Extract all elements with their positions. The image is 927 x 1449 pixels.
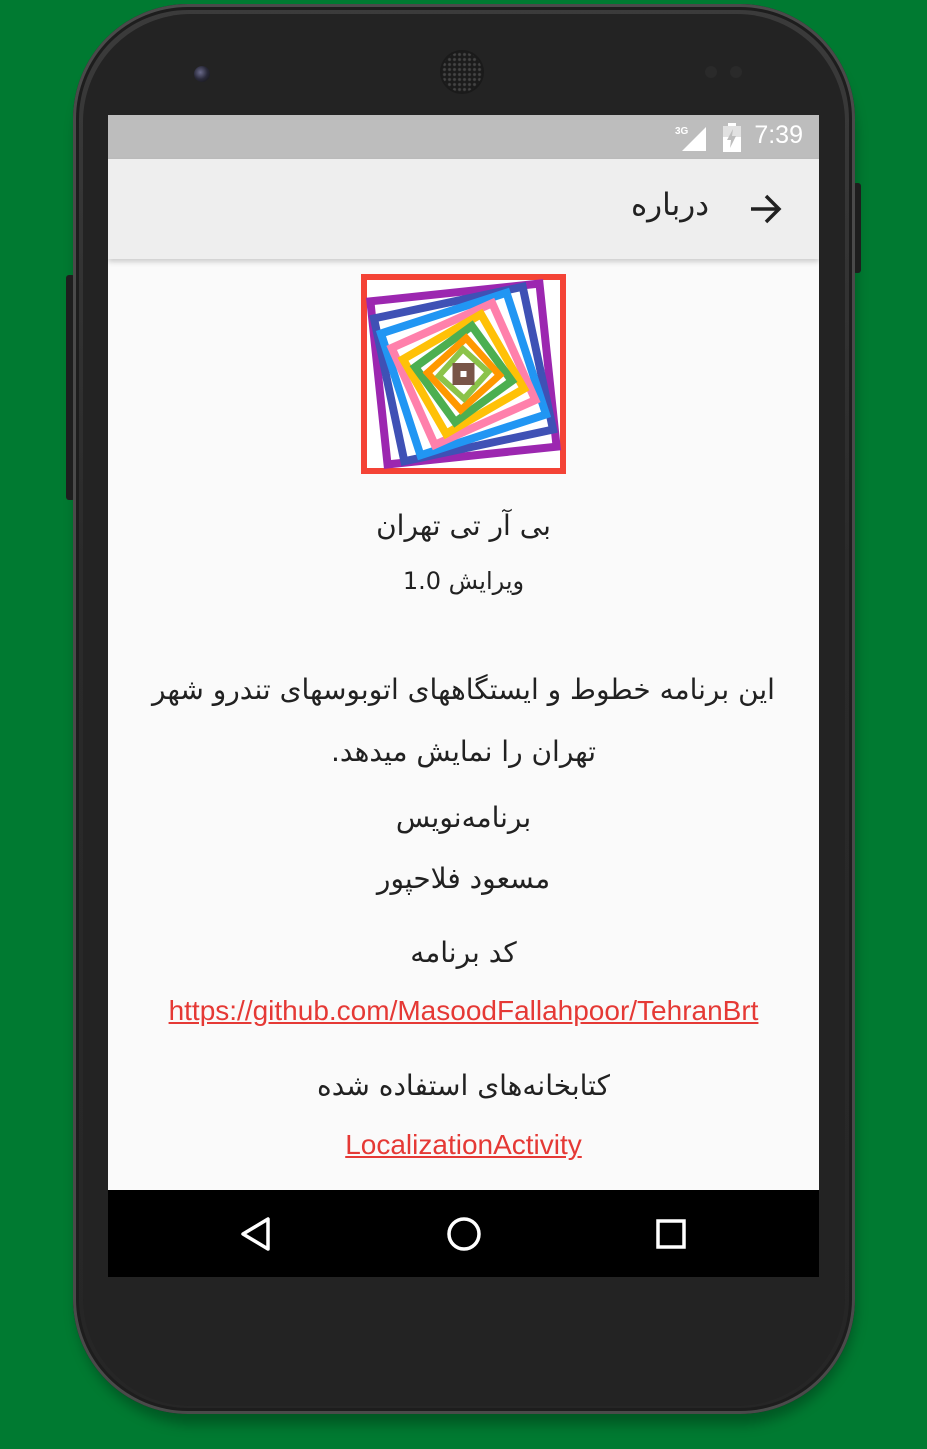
about-content: بی آر تی تهران ویرایش 1.0 این برنامه خطو… xyxy=(108,259,819,1190)
library-link[interactable]: LocalizationActivity xyxy=(108,1129,819,1161)
source-code-link[interactable]: https://github.com/MasoodFallahpoor/Tehr… xyxy=(108,995,819,1027)
network-type-label: 3G xyxy=(675,126,689,137)
light-sensor xyxy=(730,66,742,78)
signal-3g-icon: 3G xyxy=(675,126,706,151)
earpiece-speaker xyxy=(442,52,482,92)
triangle-back-icon[interactable] xyxy=(236,1214,276,1254)
circle-home-icon[interactable] xyxy=(444,1214,484,1254)
square-recents-icon[interactable] xyxy=(651,1214,691,1254)
toolbar: درباره xyxy=(108,159,819,259)
app-description: این برنامه خطوط و ایستگاههای اتوبوسهای ت… xyxy=(152,673,775,768)
source-code-heading: کد برنامه xyxy=(410,936,517,969)
app-version: ویرایش 1.0 xyxy=(402,567,525,595)
app-name: بی آر تی تهران xyxy=(376,509,551,542)
libraries-heading: کتابخانه‌های استفاده شده xyxy=(317,1069,610,1102)
developer-name: مسعود فلاحپور xyxy=(376,862,551,895)
front-camera xyxy=(194,66,210,82)
phone-screen: 3G 7:39 درباره بی آر تی تهران ویرایش 1.0… xyxy=(108,115,819,1277)
proximity-sensor xyxy=(705,66,717,78)
status-bar: 3G 7:39 xyxy=(108,115,819,159)
battery-charging-icon xyxy=(723,123,741,152)
navigation-bar xyxy=(108,1190,819,1277)
page-title: درباره xyxy=(630,187,709,223)
developer-heading: برنامه‌نویس xyxy=(395,801,532,834)
app-logo xyxy=(361,274,566,474)
arrow-right-icon[interactable] xyxy=(748,192,784,226)
status-time: 7:39 xyxy=(754,121,803,149)
